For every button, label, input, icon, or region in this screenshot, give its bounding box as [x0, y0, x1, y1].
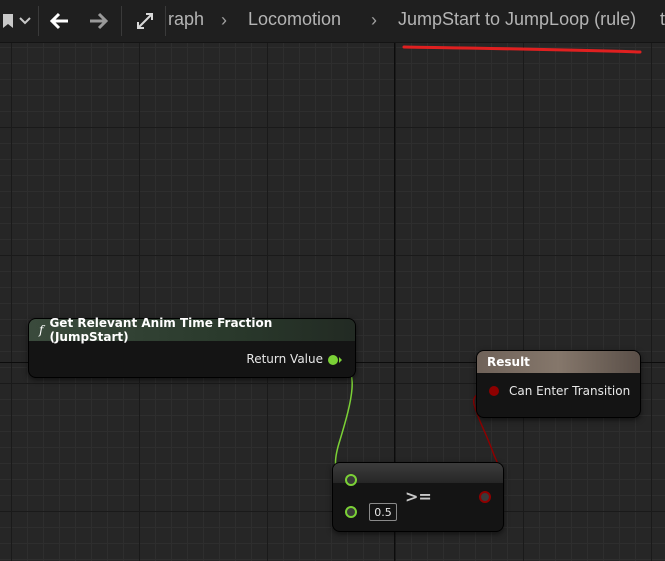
- node-header: [333, 463, 503, 483]
- compare-value-input[interactable]: 0.5: [369, 503, 397, 521]
- compare-node[interactable]: 0.5 >=: [332, 462, 504, 532]
- compare-input-a-pin[interactable]: [345, 474, 357, 486]
- can-enter-transition-pin[interactable]: [489, 386, 499, 396]
- function-icon: f: [39, 323, 44, 337]
- return-value-label: Return Value: [246, 352, 323, 366]
- breadcrumb-locomotion[interactable]: Locomotion: [248, 9, 341, 30]
- node-header: Result: [477, 351, 640, 373]
- chevron-down-icon[interactable]: [16, 0, 34, 42]
- breadcrumb-graph[interactable]: raph: [168, 9, 204, 30]
- breadcrumb-overflow: t: [660, 9, 665, 29]
- node-title: Get Relevant Anim Time Fraction (JumpSta…: [49, 316, 273, 344]
- toolbar-separator: [38, 6, 39, 36]
- node-title: Result: [487, 355, 530, 369]
- node-header: f Get Relevant Anim Time Fraction (JumpS…: [29, 316, 355, 344]
- toolbar-separator: [165, 6, 166, 36]
- toolbar-separator: [121, 6, 122, 36]
- breadcrumb-chevron-icon: ›: [221, 10, 227, 30]
- bookmark-icon[interactable]: [0, 0, 16, 42]
- can-enter-transition-label: Can Enter Transition: [509, 384, 631, 398]
- toolbar: raph › Locomotion › JumpStart to JumpLoo…: [0, 0, 665, 43]
- annotation-underline: [402, 45, 642, 54]
- breadcrumb-transition-rule[interactable]: JumpStart to JumpLoop (rule): [398, 9, 636, 30]
- compare-output-pin[interactable]: [479, 491, 491, 503]
- back-arrow-icon[interactable]: [46, 0, 74, 42]
- get-anim-time-fraction-node[interactable]: f Get Relevant Anim Time Fraction (JumpS…: [28, 316, 356, 378]
- result-node[interactable]: Result Can Enter Transition: [476, 350, 641, 418]
- expand-icon[interactable]: [130, 0, 160, 42]
- breadcrumb-chevron-icon: ›: [371, 10, 377, 30]
- return-value-pin[interactable]: [327, 354, 343, 366]
- compare-input-b-pin[interactable]: [345, 506, 357, 518]
- compare-operator: >=: [405, 487, 432, 506]
- forward-arrow-icon[interactable]: [84, 0, 112, 42]
